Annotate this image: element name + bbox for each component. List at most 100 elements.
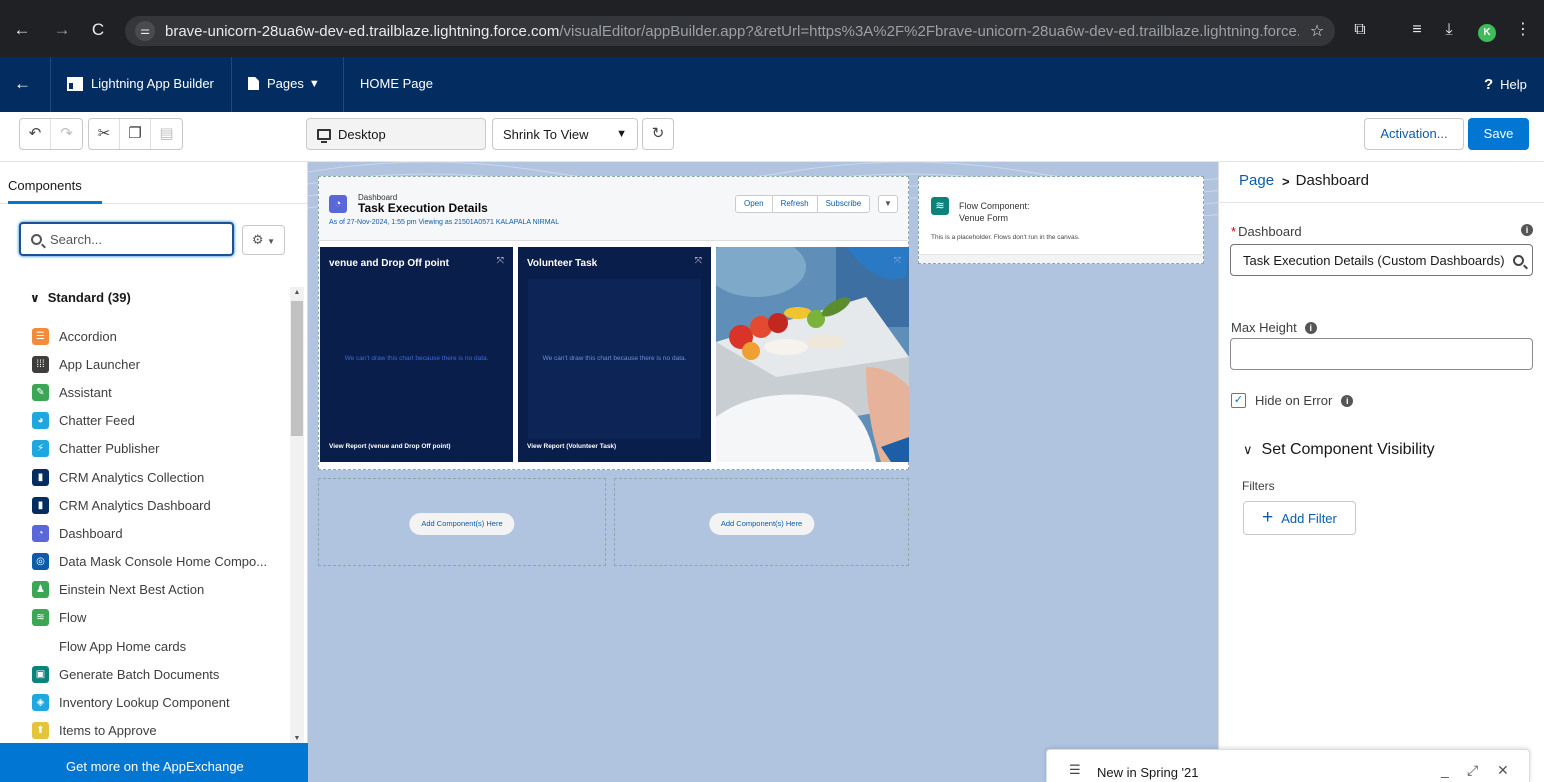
analytics-icon: ▮ (32, 468, 49, 486)
info-icon[interactable]: i (1304, 321, 1317, 334)
builder-toolbar: ↶ ↷ ✂ ❐ ▤ Desktop Shrink To View ▼ ↻ Act… (0, 112, 1544, 162)
max-height-label: Max Height i (1231, 320, 1317, 335)
url-text[interactable]: brave-unicorn-28ua6w-dev-ed.trailblaze.l… (165, 23, 1299, 40)
no-data-message: We can't draw this chart because there i… (344, 355, 489, 362)
view-report-link[interactable]: View Report (venue and Drop Off point) (329, 443, 451, 450)
app-launcher-icon: ⁞⁞⁞ (32, 355, 49, 373)
component-item-label: App Launcher (59, 356, 140, 372)
undo-icon[interactable]: ↶ (20, 119, 51, 149)
component-item[interactable]: ⬆ Items to Approve (32, 717, 287, 745)
checkbox-checked-icon[interactable]: ✓ (1231, 393, 1246, 408)
dashboard-component[interactable]: ◔ Dashboard Task Execution Details As of… (318, 176, 909, 470)
refresh-canvas-button[interactable]: ↻ (642, 118, 674, 150)
copy-icon[interactable]: ❐ (120, 119, 151, 149)
component-item[interactable]: ◔ Dashboard (32, 519, 287, 547)
dashboard-more-button[interactable]: ▼ (878, 195, 898, 213)
view-report-link[interactable]: View Report (Volunteer Task) (527, 443, 616, 450)
back-arrow-icon[interactable]: ← (12, 20, 32, 40)
minimize-icon[interactable]: _ (1441, 762, 1449, 778)
dashboard-widget[interactable]: Volunteer Task ⤧ We can't draw this char… (518, 247, 711, 462)
component-item[interactable]: ▮ CRM Analytics Dashboard (32, 491, 287, 519)
tab-components[interactable]: Components (8, 178, 82, 193)
forward-arrow-icon[interactable]: → (52, 20, 72, 40)
dashboard-widget[interactable]: venue and Drop Off point ⤧ We can't draw… (320, 247, 513, 462)
dashboard-title: Task Execution Details (358, 201, 488, 215)
address-bar[interactable]: ⚌ brave-unicorn-28ua6w-dev-ed.trailblaze… (125, 16, 1335, 46)
add-filter-button[interactable]: + Add Filter (1243, 501, 1356, 535)
activation-button[interactable]: Activation... (1364, 118, 1464, 150)
pages-menu[interactable]: Pages ▼ (248, 76, 320, 91)
component-item[interactable]: ☰ Accordion (32, 322, 287, 350)
redo-icon[interactable]: ↷ (51, 119, 82, 149)
flow-component[interactable]: ≋ Flow Component: Venue Form This is a p… (918, 176, 1204, 264)
component-item[interactable]: ⚡ Chatter Publisher (32, 435, 287, 463)
expand-icon[interactable]: ⤧ (497, 255, 504, 266)
flow-card: ≋ Flow Component: Venue Form This is a p… (919, 177, 1203, 255)
profile-avatar[interactable]: K (1478, 24, 1496, 42)
refresh-button[interactable]: Refresh (773, 196, 818, 212)
back-arrow-icon[interactable]: ← (14, 74, 31, 94)
empty-region-right[interactable]: Add Component(s) Here (614, 478, 909, 566)
settings-menu-button[interactable]: ⚙ ▼ (242, 225, 285, 255)
info-icon[interactable]: i (1341, 394, 1354, 407)
scroll-up-icon[interactable]: ▲ (290, 287, 304, 299)
browser-menu-icon[interactable]: ⋮ (1512, 20, 1534, 40)
add-components-pill[interactable]: Add Component(s) Here (409, 513, 515, 535)
standard-section-header[interactable]: ∨ Standard (39) (30, 290, 131, 305)
reload-icon[interactable]: C (88, 20, 108, 40)
max-height-input[interactable] (1230, 338, 1533, 370)
chart-area: We can't draw this chart because there i… (528, 279, 701, 439)
subscribe-button[interactable]: Subscribe (818, 196, 870, 212)
expand-icon[interactable]: ⤢ (1467, 762, 1478, 779)
open-button[interactable]: Open (736, 196, 773, 212)
component-visibility-section[interactable]: ∨ Set Component Visibility (1243, 441, 1435, 459)
component-item[interactable]: ≋ Flow (32, 604, 287, 632)
device-selector[interactable]: Desktop (306, 118, 486, 150)
site-settings-icon[interactable]: ⚌ (135, 21, 155, 41)
flow-icon: ≋ (32, 609, 49, 627)
device-label: Desktop (338, 126, 386, 142)
divider (50, 57, 51, 112)
close-icon[interactable]: ✕ (1497, 762, 1509, 779)
extensions-icon[interactable]: ⧉ (1349, 20, 1371, 40)
save-button[interactable]: Save (1468, 118, 1529, 150)
component-item[interactable]: ▣ Generate Batch Documents (32, 660, 287, 688)
component-list-scrollbar[interactable]: ▲ ▼ (290, 287, 304, 745)
release-notes-popup[interactable]: ☰ New in Spring '21 _ ⤢ ✕ (1046, 749, 1530, 782)
scrollbar-thumb[interactable] (291, 301, 303, 436)
expand-icon[interactable]: ⤧ (695, 255, 702, 266)
component-item-label: Data Mask Console Home Compo... (59, 554, 268, 570)
empty-region-left[interactable]: Add Component(s) Here (318, 478, 606, 566)
caret-down-icon: ▼ (884, 199, 892, 208)
component-item[interactable]: ✎ Assistant (32, 378, 287, 406)
bookmark-star-icon[interactable]: ☆ (1299, 21, 1335, 41)
component-item[interactable]: ◈ Inventory Lookup Component (32, 688, 287, 716)
hide-on-error-checkbox[interactable]: ✓ Hide on Error i (1231, 393, 1354, 408)
zoom-select[interactable]: Shrink To View ▼ (492, 118, 638, 150)
add-components-pill[interactable]: Add Component(s) Here (708, 513, 815, 535)
download-icon[interactable]: ⤓ (1438, 20, 1460, 40)
dashboard-icon: ◔ (329, 195, 347, 213)
component-search[interactable] (19, 222, 234, 256)
component-item[interactable]: ♟ Einstein Next Best Action (32, 576, 287, 604)
search-icon[interactable] (1513, 254, 1524, 266)
dashboard-lookup-field[interactable]: Task Execution Details (Custom Dashboard… (1230, 244, 1533, 276)
info-icon[interactable]: i (1521, 224, 1533, 236)
caret-down-icon: ▼ (267, 237, 276, 246)
component-item[interactable]: ◕ Chatter Feed (32, 407, 287, 435)
cut-icon[interactable]: ✂ (89, 119, 120, 149)
component-item[interactable]: ⁞⁞⁞ App Launcher (32, 350, 287, 378)
search-input[interactable] (50, 231, 220, 247)
paste-icon[interactable]: ▤ (151, 119, 182, 149)
expand-icon[interactable]: ⤧ (894, 255, 901, 266)
breadcrumb-page-link[interactable]: Page (1239, 172, 1274, 191)
data-mask-icon: ◎ (32, 553, 49, 571)
components-panel: Components ⚙ ▼ ∨ Standard (39) ☰ Accordio… (0, 162, 308, 782)
reading-list-icon[interactable]: ≡ (1406, 20, 1428, 40)
component-item[interactable]: ▮ CRM Analytics Collection (32, 463, 287, 491)
help-link[interactable]: ? Help (1484, 76, 1527, 93)
component-item[interactable]: Flow App Home cards (32, 632, 287, 660)
analytics-icon: ▮ (32, 496, 49, 514)
component-item[interactable]: ◎ Data Mask Console Home Compo... (32, 548, 287, 576)
appexchange-link[interactable]: Get more on the AppExchange (0, 743, 308, 782)
